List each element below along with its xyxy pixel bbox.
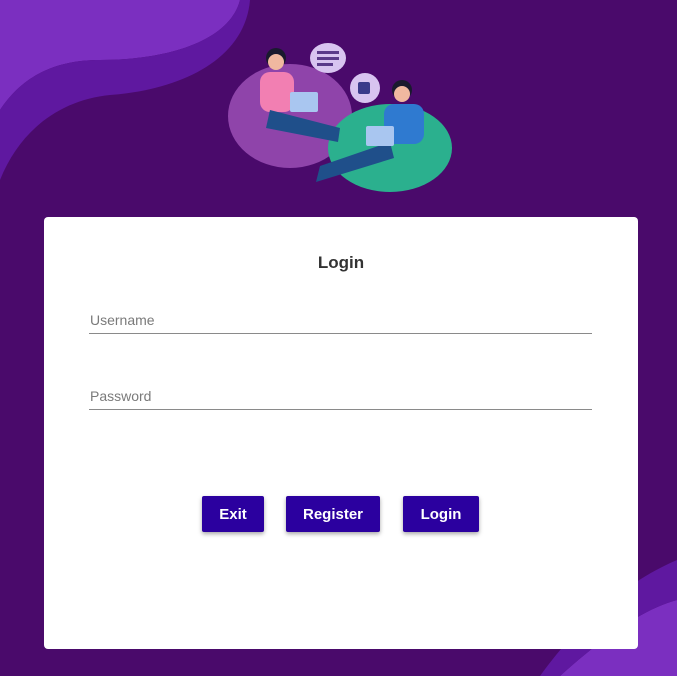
password-input[interactable] [89, 385, 594, 407]
password-field [89, 385, 594, 410]
username-field [89, 309, 594, 334]
exit-button[interactable]: Exit [202, 496, 264, 532]
login-card: Login Exit Register Login [44, 217, 638, 649]
register-button[interactable]: Register [286, 496, 380, 532]
hero-illustration [228, 43, 452, 192]
login-title: Login [317, 253, 365, 272]
username-input[interactable] [89, 309, 594, 331]
login-button[interactable]: Login [403, 496, 479, 532]
